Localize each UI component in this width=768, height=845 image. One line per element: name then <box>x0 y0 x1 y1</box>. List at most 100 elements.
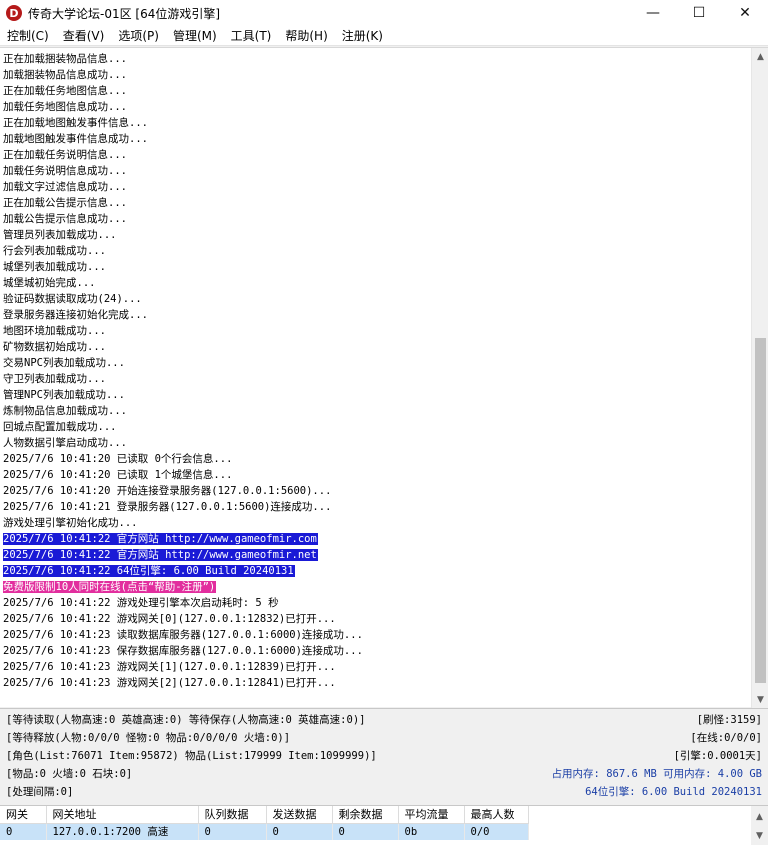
menu-help[interactable]: 帮助(H) <box>278 26 334 46</box>
log-line: 2025/7/6 10:41:20 开始连接登录服务器(127.0.0.1:56… <box>3 483 747 499</box>
table-cell: 0 <box>266 823 333 840</box>
log-line-text: 2025/7/6 10:41:23 游戏网关[2](127.0.0.1:1284… <box>3 677 336 689</box>
log-line: 人物数据引擎启动成功... <box>3 435 747 451</box>
log-line-text: 正在加载公告提示信息... <box>3 197 127 209</box>
log-line: 2025/7/6 10:41:23 保存数据库服务器(127.0.0.1:600… <box>3 643 747 659</box>
log-line-text: 游戏处理引擎初始化成功... <box>3 517 138 529</box>
log-line-text: 2025/7/6 10:41:20 开始连接登录服务器(127.0.0.1:56… <box>3 485 332 497</box>
log-line: 矿物数据初始成功... <box>3 339 747 355</box>
status-row-interval: [处理间隔:0] 64位引擎: 6.00 Build 20240131 <box>6 784 762 801</box>
log-line-text: 加载文字过滤信息成功... <box>3 181 127 193</box>
log-line: 交易NPC列表加载成功... <box>3 355 747 371</box>
column-header[interactable]: 队列数据 <box>198 806 267 824</box>
menu-manage[interactable]: 管理(M) <box>166 26 224 46</box>
status-engine-version: 64位引擎: 6.00 Build 20240131 <box>585 786 762 798</box>
log-line: 2025/7/6 10:41:22 64位引擎: 6.00 Build 2024… <box>3 563 747 579</box>
column-header[interactable]: 网关地址 <box>46 806 199 824</box>
log-line: 加载任务地图信息成功... <box>3 99 747 115</box>
log-panel[interactable]: 正在加载捆装物品信息... 加载捆装物品信息成功... 正在加载任务地图信息... 加… <box>0 47 768 708</box>
scroll-up-icon[interactable]: ▲ <box>752 48 768 65</box>
log-line: 城堡城初始完成... <box>3 275 747 291</box>
log-line: 回城点配置加载成功... <box>3 419 747 435</box>
menu-options[interactable]: 选项(P) <box>111 26 166 46</box>
scroll-down-icon[interactable]: ▼ <box>751 827 768 844</box>
status-row-items: [物品:0 火墙:0 石块:0] 占用内存: 867.6 MB 可用内存: 4.… <box>6 766 762 783</box>
scroll-thumb[interactable] <box>755 338 766 683</box>
log-line-text: 2025/7/6 10:41:22 游戏处理引擎本次启动耗时: 5 秒 <box>3 597 279 609</box>
log-line-text: 交易NPC列表加载成功... <box>3 357 125 369</box>
log-line: 加载公告提示信息成功... <box>3 211 747 227</box>
log-line: 加载捆装物品信息成功... <box>3 67 747 83</box>
log-line-text: 正在加载任务地图信息... <box>3 85 127 97</box>
log-line: 管理员列表加载成功... <box>3 227 747 243</box>
log-line: 2025/7/6 10:41:22 官方网站 http://www.gameof… <box>3 531 747 547</box>
column-header[interactable]: 最高人数 <box>464 806 529 824</box>
table-cell: 0 <box>332 823 399 840</box>
log-line-text: 加载任务地图信息成功... <box>3 101 127 113</box>
scroll-down-icon[interactable]: ▼ <box>752 691 768 708</box>
log-line: 行会列表加载成功... <box>3 243 747 259</box>
log-line: 城堡列表加载成功... <box>3 259 747 275</box>
log-line-text: 地图环境加载成功... <box>3 325 106 337</box>
close-button[interactable]: ✕ <box>722 0 768 26</box>
log-line: 守卫列表加载成功... <box>3 371 747 387</box>
log-line: 炼制物品信息加载成功... <box>3 403 747 419</box>
log-line-text: 2025/7/6 10:41:23 游戏网关[1](127.0.0.1:1283… <box>3 661 336 673</box>
log-line-text: 2025/7/6 10:41:23 读取数据库服务器(127.0.0.1:600… <box>3 629 363 641</box>
status-release-text: [等待释放(人物:0/0/0 怪物:0 物品:0/0/0/0 火墙:0)] <box>6 732 291 744</box>
table-cell: 0 <box>0 823 47 840</box>
menu-view[interactable]: 查看(V) <box>56 26 112 46</box>
gateway-table[interactable]: 网关 网关地址 队列数据 发送数据 剩余数据 平均流量 最高人数 0 127.0… <box>0 806 529 840</box>
log-line: 管理NPC列表加载成功... <box>3 387 747 403</box>
log-line: 登录服务器连接初始化完成... <box>3 307 747 323</box>
app-icon[interactable]: D <box>6 5 22 21</box>
log-line: 正在加载公告提示信息... <box>3 195 747 211</box>
log-line: 正在加载捆装物品信息... <box>3 51 747 67</box>
menu-register[interactable]: 注册(K) <box>335 26 390 46</box>
scroll-up-icon[interactable]: ▲ <box>751 808 768 825</box>
status-items-text: [物品:0 火墙:0 石块:0] <box>6 768 133 780</box>
window-controls: — ☐ ✕ <box>630 0 768 26</box>
log-line-text: 守卫列表加载成功... <box>3 373 106 385</box>
grid-scrollbar[interactable]: ▲ ▼ <box>751 806 768 845</box>
status-row-lists: [角色(List:76071 Item:95872) 物品(List:17999… <box>6 748 762 765</box>
log-line: 2025/7/6 10:41:23 游戏网关[1](127.0.0.1:1283… <box>3 659 747 675</box>
maximize-button[interactable]: ☐ <box>676 0 722 26</box>
log-line: 2025/7/6 10:41:23 游戏网关[2](127.0.0.1:1284… <box>3 675 747 691</box>
title-bar: D 传奇大学论坛-01区 [64位游戏引擎] — ☐ ✕ <box>0 0 768 26</box>
status-engine-uptime: [引擎:0.0001天] <box>673 750 762 762</box>
log-line: 2025/7/6 10:41:22 游戏网关[0](127.0.0.1:1283… <box>3 611 747 627</box>
status-monster-refresh: [刷怪:3159] <box>696 714 762 726</box>
log-line-text: 正在加载任务说明信息... <box>3 149 127 161</box>
log-line: 正在加载地图触发事件信息... <box>3 115 747 131</box>
gateway-grid[interactable]: 网关 网关地址 队列数据 发送数据 剩余数据 平均流量 最高人数 0 127.0… <box>0 805 768 845</box>
log-list[interactable]: 正在加载捆装物品信息... 加载捆装物品信息成功... 正在加载任务地图信息... 加… <box>3 51 747 705</box>
log-line-text: 加载任务说明信息成功... <box>3 165 127 177</box>
log-line-text: 人物数据引擎启动成功... <box>3 437 127 449</box>
column-header[interactable]: 发送数据 <box>266 806 333 824</box>
log-line-text: 2025/7/6 10:41:20 已读取 0个行会信息... <box>3 453 233 465</box>
log-line: 正在加载任务地图信息... <box>3 83 747 99</box>
log-line-text: 管理NPC列表加载成功... <box>3 389 125 401</box>
table-cell: 127.0.0.1:7200 高速 <box>46 823 199 840</box>
table-row[interactable]: 0 127.0.0.1:7200 高速 0 0 0 0b 0/0 <box>0 823 529 840</box>
log-line-text: 2025/7/6 10:41:22 官方网站 http://www.gameof… <box>3 549 318 561</box>
log-line: 加载任务说明信息成功... <box>3 163 747 179</box>
log-line-text: 加载公告提示信息成功... <box>3 213 127 225</box>
log-line-text: 城堡列表加载成功... <box>3 261 106 273</box>
log-line: 加载地图触发事件信息成功... <box>3 131 747 147</box>
log-line: 2025/7/6 10:41:23 读取数据库服务器(127.0.0.1:600… <box>3 627 747 643</box>
log-line: 2025/7/6 10:41:20 已读取 0个行会信息... <box>3 451 747 467</box>
menu-tools[interactable]: 工具(T) <box>224 26 279 46</box>
column-header[interactable]: 剩余数据 <box>332 806 399 824</box>
minimize-button[interactable]: — <box>630 0 676 26</box>
log-line: 地图环境加载成功... <box>3 323 747 339</box>
status-lists-text: [角色(List:76071 Item:95872) 物品(List:17999… <box>6 750 377 762</box>
column-header[interactable]: 网关 <box>0 806 47 824</box>
menu-control[interactable]: 控制(C) <box>0 26 56 46</box>
log-line-text: 2025/7/6 10:41:20 已读取 1个城堡信息... <box>3 469 233 481</box>
column-header[interactable]: 平均流量 <box>398 806 465 824</box>
table-header-row: 网关 网关地址 队列数据 发送数据 剩余数据 平均流量 最高人数 <box>0 806 529 824</box>
log-scrollbar[interactable]: ▲ ▼ <box>751 48 768 708</box>
log-line-text: 2025/7/6 10:41:22 游戏网关[0](127.0.0.1:1283… <box>3 613 336 625</box>
